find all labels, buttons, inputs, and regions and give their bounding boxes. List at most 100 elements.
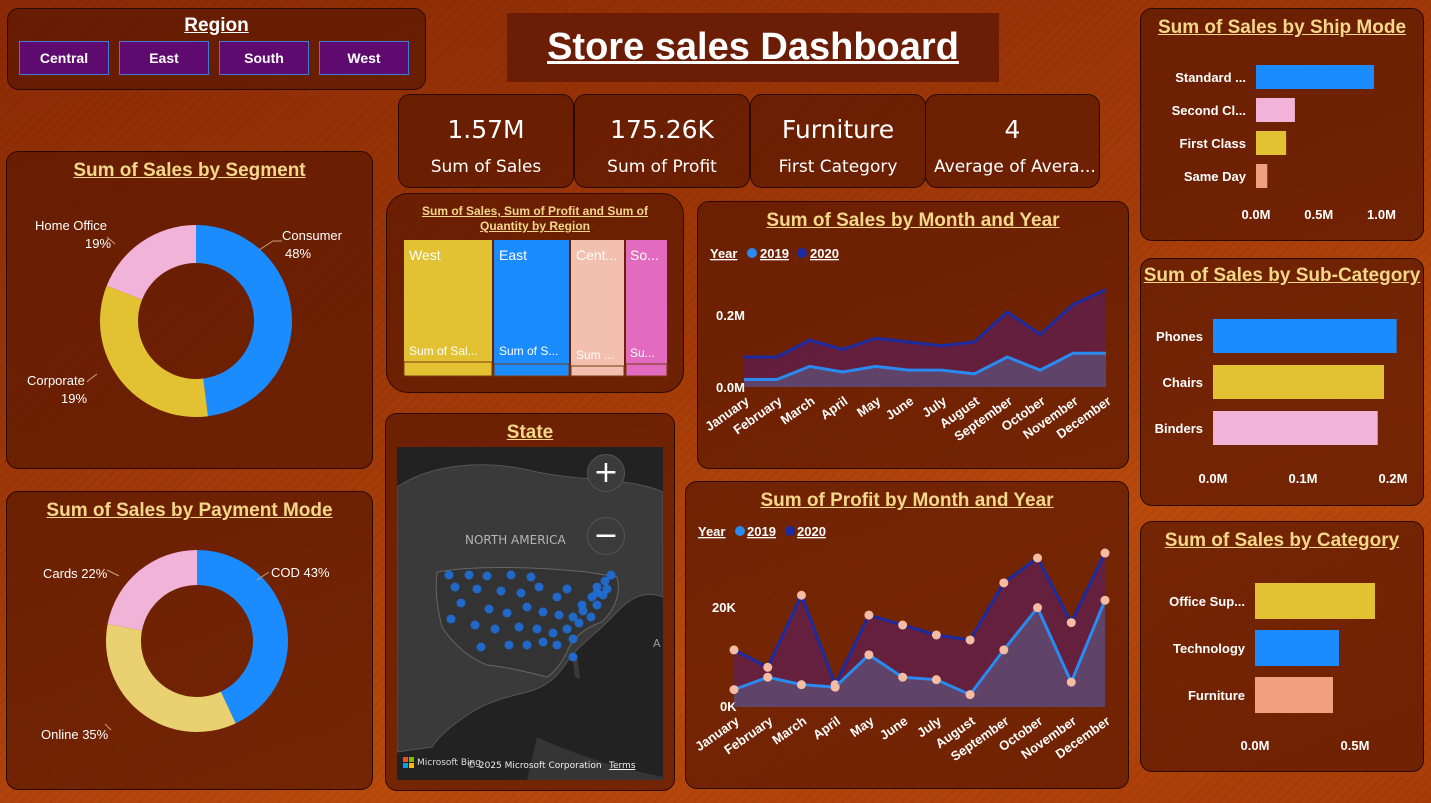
profit-point[interactable]: [1100, 595, 1110, 605]
profit-point[interactable]: [864, 650, 874, 660]
map-state-dot[interactable]: [522, 640, 532, 650]
zoom-in-button[interactable]: +: [587, 454, 625, 492]
map-state-dot[interactable]: [538, 607, 548, 617]
ship-mode-tick: 0.0M: [1242, 207, 1271, 222]
ship-mode-bar[interactable]: [1256, 164, 1268, 188]
map-state-dot[interactable]: [548, 628, 558, 638]
map-state-dot[interactable]: [446, 614, 456, 624]
sub-category-bar[interactable]: [1213, 365, 1384, 399]
treemap-sub-south: Su...: [630, 346, 655, 360]
state-map[interactable]: NORTH AMERICA A + − Microsoft Bing © 202…: [397, 447, 663, 780]
segment-donut-panel: Sum of Sales by Segment Consumer 48% Cor…: [6, 151, 373, 469]
map-state-dot[interactable]: [554, 610, 564, 620]
category-bar[interactable]: [1255, 630, 1339, 666]
profit-point[interactable]: [796, 680, 806, 690]
map-state-dot[interactable]: [514, 622, 524, 632]
map-state-dot[interactable]: [602, 584, 612, 594]
map-terms-link[interactable]: Terms: [609, 761, 636, 771]
map-state-dot[interactable]: [490, 624, 500, 634]
profit-legend-2020[interactable]: 2020: [797, 524, 826, 539]
state-map-panel: State NORTH AMERICA A + − Microsoft Bing…: [385, 413, 675, 791]
map-state-dot[interactable]: [472, 584, 482, 594]
map-state-dot[interactable]: [592, 588, 602, 598]
profit-point[interactable]: [729, 685, 739, 695]
map-state-dot[interactable]: [606, 570, 616, 580]
map-state-dot[interactable]: [568, 634, 578, 644]
region-button-central[interactable]: Central: [19, 41, 109, 75]
map-state-dot[interactable]: [504, 640, 514, 650]
map-state-dot[interactable]: [586, 612, 596, 622]
kpi-card-average: 4 Average of Avera...: [925, 94, 1100, 188]
payment-slice-online[interactable]: [105, 623, 236, 732]
map-state-dot[interactable]: [516, 588, 526, 598]
category-bar[interactable]: [1255, 583, 1375, 619]
profit-point[interactable]: [931, 675, 941, 685]
map-state-dot[interactable]: [502, 608, 512, 618]
sales-xtick: May: [854, 393, 884, 420]
sales-legend-2020[interactable]: 2020: [810, 246, 839, 261]
payment-label-cod: COD 43%: [271, 565, 330, 580]
map-state-dot[interactable]: [562, 624, 572, 634]
segment-slice-consumer[interactable]: [196, 225, 293, 417]
category-category-label: Furniture: [1188, 688, 1245, 703]
map-state-dot[interactable]: [456, 598, 466, 608]
segment-slice-home-office[interactable]: [106, 225, 196, 300]
ship-mode-category-label: Second Cl...: [1172, 103, 1246, 118]
profit-point[interactable]: [796, 590, 806, 600]
map-state-dot[interactable]: [562, 584, 572, 594]
profit-point[interactable]: [1033, 603, 1043, 613]
map-state-dot[interactable]: [476, 642, 486, 652]
profit-point[interactable]: [931, 630, 941, 640]
map-state-dot[interactable]: [484, 604, 494, 614]
profit-point[interactable]: [999, 578, 1009, 588]
zoom-out-button[interactable]: −: [587, 517, 625, 555]
map-state-dot[interactable]: [538, 637, 548, 647]
map-state-dot[interactable]: [552, 640, 562, 650]
map-state-dot[interactable]: [522, 602, 532, 612]
profit-legend-2019[interactable]: 2019: [747, 524, 776, 539]
sub-category-bar[interactable]: [1213, 411, 1378, 445]
map-state-dot[interactable]: [470, 620, 480, 630]
treemap-chart: West Sum of Sal... East Sum of S... Cent…: [403, 240, 668, 377]
profit-point[interactable]: [1033, 553, 1043, 563]
ship-mode-bar[interactable]: [1256, 98, 1295, 122]
map-state-dot[interactable]: [464, 570, 474, 580]
map-state-dot[interactable]: [482, 571, 492, 581]
profit-point[interactable]: [763, 662, 773, 672]
region-button-south[interactable]: South: [219, 41, 309, 75]
map-state-dot[interactable]: [568, 652, 578, 662]
profit-point[interactable]: [1066, 618, 1076, 628]
map-state-dot[interactable]: [450, 582, 460, 592]
profit-point[interactable]: [965, 635, 975, 645]
segment-slice-corporate[interactable]: [99, 285, 209, 417]
profit-point[interactable]: [999, 645, 1009, 655]
profit-point[interactable]: [864, 610, 874, 620]
profit-point[interactable]: [898, 672, 908, 682]
map-state-dot[interactable]: [496, 586, 506, 596]
map-state-dot[interactable]: [592, 600, 602, 610]
profit-point[interactable]: [763, 672, 773, 682]
region-button-west[interactable]: West: [319, 41, 409, 75]
profit-point[interactable]: [1100, 548, 1110, 558]
sub-category-bar[interactable]: [1213, 319, 1397, 353]
map-state-dot[interactable]: [532, 624, 542, 634]
map-state-dot[interactable]: [534, 582, 544, 592]
category-tick: 0.0M: [1241, 738, 1270, 753]
profit-point[interactable]: [830, 682, 840, 692]
map-state-dot[interactable]: [578, 606, 588, 616]
map-state-dot[interactable]: [552, 592, 562, 602]
map-state-dot[interactable]: [526, 572, 536, 582]
payment-slice-cards[interactable]: [107, 550, 197, 631]
region-button-east[interactable]: East: [119, 41, 209, 75]
ship-mode-bar[interactable]: [1256, 65, 1374, 89]
category-bar[interactable]: [1255, 677, 1333, 713]
profit-point[interactable]: [965, 690, 975, 700]
map-state-dot[interactable]: [444, 570, 454, 580]
sales-legend-2019[interactable]: 2019: [760, 246, 789, 261]
profit-point[interactable]: [898, 620, 908, 630]
ship-mode-bar[interactable]: [1256, 131, 1287, 155]
profit-point[interactable]: [729, 645, 739, 655]
map-state-dot[interactable]: [506, 570, 516, 580]
map-state-dot[interactable]: [574, 618, 584, 628]
profit-point[interactable]: [1066, 677, 1076, 687]
